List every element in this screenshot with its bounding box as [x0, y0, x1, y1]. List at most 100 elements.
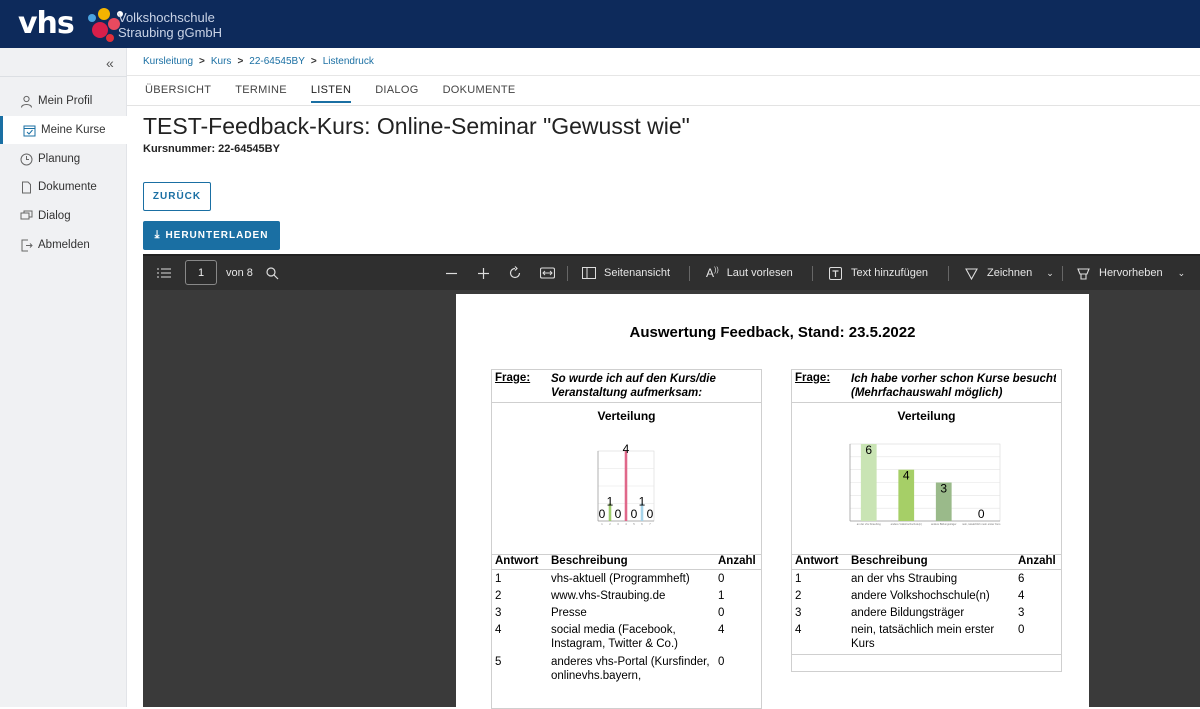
- question-label: Frage:: [795, 372, 831, 384]
- logo-text: vhs: [18, 6, 75, 41]
- data-label: 0: [978, 507, 985, 521]
- table-row: 1 an der vhs Straubing 6: [795, 573, 1025, 585]
- breadcrumb-kursleitung[interactable]: Kursleitung: [143, 56, 193, 67]
- fit-width-icon[interactable]: [540, 256, 555, 290]
- highlight-label: Hervorheben: [1099, 267, 1163, 279]
- tick-label: 6: [641, 522, 643, 526]
- table-row: 3 Presse 0: [495, 607, 725, 619]
- sidebar-item-planung[interactable]: Planung: [0, 145, 127, 173]
- tab-dialog[interactable]: DIALOG: [375, 84, 418, 103]
- tick-label: 7: [649, 522, 651, 526]
- breadcrumb-kurs[interactable]: Kurs: [211, 56, 232, 67]
- tab-termine[interactable]: TERMINE: [235, 84, 287, 103]
- brand-line1: Volkshochschule: [118, 10, 215, 25]
- course-number: Kursnummer: 22-64545BY: [143, 143, 280, 155]
- tab-uebersicht[interactable]: ÜBERSICHT: [145, 84, 211, 103]
- sidebar-item-dialog[interactable]: Dialog: [0, 202, 127, 230]
- sidebar-item-meine-kurse[interactable]: Meine Kurse: [0, 116, 127, 144]
- tabs-divider: [127, 105, 1200, 106]
- person-icon: [21, 95, 32, 108]
- read-aloud-button[interactable]: A)) Laut vorlesen: [706, 256, 793, 290]
- chart-q1: 01120344051607: [597, 443, 655, 526]
- tick-label: 1: [601, 522, 603, 526]
- question-text: Ich habe vorher schon Kurse besucht (Meh…: [851, 373, 1056, 399]
- data-label: 0: [599, 507, 606, 521]
- vhs-logo[interactable]: vhs: [18, 6, 123, 42]
- table-row: 4 nein, tatsächlich mein erster Kurs 0: [792, 623, 1061, 655]
- zoom-out-icon[interactable]: [445, 256, 458, 290]
- pdf-toolbar: 1 von 8 Seitenansicht A)) Laut vorlesen: [143, 256, 1200, 290]
- tick-label: andere Volkshochschule(n): [891, 522, 922, 526]
- outline-icon[interactable]: [157, 256, 171, 290]
- data-label: 0: [615, 507, 622, 521]
- clock-icon: [20, 153, 33, 165]
- sidebar-item-label: Dokumente: [38, 181, 97, 193]
- table-row: 3 andere Bildungsträger 3: [795, 607, 1025, 619]
- add-text-button[interactable]: Text hinzufügen: [829, 256, 928, 290]
- document-icon: [22, 181, 31, 193]
- collapse-sidebar-icon[interactable]: «: [106, 55, 114, 71]
- bar: [624, 451, 628, 521]
- highlight-button[interactable]: Hervorheben ⌄: [1077, 256, 1185, 290]
- tick-label: 5: [633, 522, 635, 526]
- page-number-input[interactable]: 1: [185, 260, 217, 285]
- app-header: vhs Volkshochschule Straubing gGmbH: [0, 0, 1200, 48]
- highlight-icon: [1077, 267, 1090, 280]
- sidebar-item-label: Abmelden: [38, 239, 90, 251]
- page-view-button[interactable]: Seitenansicht: [582, 256, 670, 290]
- question-header: Frage: Ich habe vorher schon Kurse besuc…: [792, 370, 1061, 403]
- question-card-2: Frage: Ich habe vorher schon Kurse besuc…: [791, 369, 1062, 672]
- chart-title: Verteilung: [897, 409, 956, 423]
- sidebar-item-dokumente[interactable]: Dokumente: [0, 173, 127, 201]
- rotate-icon[interactable]: [508, 256, 522, 290]
- pdf-title: Auswertung Feedback, Stand: 23.5.2022: [629, 324, 916, 341]
- draw-icon: [965, 267, 978, 280]
- chevron-down-icon: ⌄: [1046, 267, 1054, 278]
- tick-label: andere Bildungsträger: [931, 522, 957, 526]
- data-label: 4: [903, 469, 910, 483]
- breadcrumb-kursnummer[interactable]: 22-64545BY: [249, 56, 305, 67]
- logout-icon: [21, 239, 33, 251]
- tick-label: an der vhs Straubing: [857, 522, 881, 526]
- table-header: Antwort Beschreibung Anzahl: [492, 554, 761, 570]
- add-text-label: Text hinzufügen: [851, 267, 929, 279]
- table-body: 1 an der vhs Straubing 6 2 andere Volksh…: [792, 572, 1061, 655]
- sidebar-item-label: Dialog: [38, 210, 71, 222]
- data-label: 1: [639, 495, 646, 509]
- data-label: 3: [940, 482, 947, 496]
- question-text: So wurde ich auf den Kurs/die Veranstalt…: [551, 373, 716, 399]
- sidebar-divider: [0, 76, 127, 77]
- zoom-in-icon[interactable]: [477, 256, 490, 290]
- tab-dokumente[interactable]: DOKUMENTE: [443, 84, 516, 103]
- tick-label: 4: [625, 522, 627, 526]
- page-view-icon: [582, 267, 596, 279]
- brand-name: Volkshochschule Straubing gGmbH: [118, 10, 222, 40]
- read-aloud-label: Laut vorlesen: [726, 267, 793, 279]
- tab-listen[interactable]: LISTEN: [310, 84, 352, 103]
- table-row: 5 anderes vhs-Portal (Kursfinder, online…: [495, 656, 725, 682]
- draw-button[interactable]: Zeichnen ⌄: [965, 256, 1054, 290]
- chevron-down-icon: ⌄: [1177, 267, 1186, 278]
- question-label: Frage:: [495, 372, 531, 384]
- back-button[interactable]: ZURÜCK: [143, 182, 211, 211]
- search-icon[interactable]: [266, 256, 279, 290]
- table-row: 2 www.vhs-Straubing.de 1: [495, 590, 725, 602]
- sidebar-item-mein-profil[interactable]: Mein Profil: [0, 87, 127, 115]
- page-count: von 8: [226, 267, 253, 279]
- chat-icon: [20, 210, 33, 219]
- tick-label: 3: [617, 522, 619, 526]
- brand-line2: Straubing gGmbH: [118, 25, 223, 40]
- table-header: Antwort Beschreibung Anzahl: [792, 554, 1061, 570]
- download-button[interactable]: ⤓ HERUNTERLADEN: [143, 221, 280, 250]
- sidebar-item-abmelden[interactable]: Abmelden: [0, 231, 127, 259]
- breadcrumb-listendruck[interactable]: Listendruck: [323, 56, 374, 67]
- table-body: 1 vhs-aktuell (Programmheft) 0 2 www.vhs…: [492, 572, 761, 701]
- chart-title: Verteilung: [597, 409, 656, 423]
- read-aloud-icon: A)): [706, 266, 719, 280]
- page-view-label: Seitenansicht: [604, 267, 671, 279]
- blank-overlay: [697, 110, 848, 222]
- question-card-1: Frage: So wurde ich auf den Kurs/die Ver…: [491, 369, 762, 709]
- pdf-viewer[interactable]: 1 von 8 Seitenansicht A)) Laut vorlesen: [143, 254, 1200, 709]
- calendar-check-icon: [23, 125, 36, 136]
- sidebar-item-label: Planung: [38, 153, 81, 165]
